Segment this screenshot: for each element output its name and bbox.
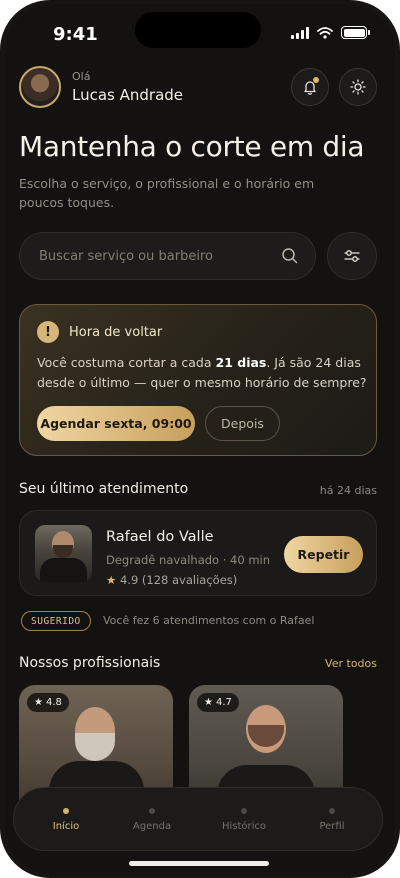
page-subtitle: Escolha o serviço, o profissional e o ho…	[19, 176, 315, 210]
wifi-icon	[317, 26, 333, 39]
tab-historico[interactable]: Histórico	[204, 788, 284, 852]
reminder-card: ! Hora de voltar Você costuma cortar a c…	[19, 304, 377, 456]
battery-icon	[341, 26, 370, 39]
avatar[interactable]	[19, 66, 61, 108]
tab-bar: Início Agenda Histórico Perfil	[13, 787, 383, 851]
service-info: Degradê navalhado · 40 min	[106, 553, 271, 567]
schedule-button[interactable]: Agendar sexta, 09:00	[37, 406, 195, 441]
phone-frame: 9:41 Olá Lucas Andrade Mantenha o corte …	[0, 0, 400, 878]
professionals-title: Nossos profissionais	[19, 655, 161, 671]
rating-badge: ★ 4.7	[197, 693, 239, 712]
search-input[interactable]: Buscar serviço ou barbeiro	[19, 232, 316, 280]
later-button[interactable]: Depois	[205, 406, 280, 441]
tab-indicator	[329, 808, 335, 814]
signal-icon	[291, 26, 309, 39]
last-appointment-ago: há 24 dias	[319, 484, 377, 497]
last-appointment-title: Seu último atendimento	[19, 481, 189, 497]
repeat-button[interactable]: Repetir	[284, 536, 363, 573]
page-title: Mantenha o corte em dia	[19, 130, 365, 163]
barber-photo	[35, 525, 92, 582]
notifications-button[interactable]	[291, 68, 329, 106]
barber-rating: ★ 4.9 (128 avaliações)	[106, 573, 238, 587]
rating-badge: ★ 4.8	[27, 693, 69, 712]
screen: 9:41 Olá Lucas Andrade Mantenha o corte …	[5, 4, 395, 874]
reminder-title: Hora de voltar	[69, 325, 163, 340]
theme-toggle-button[interactable]	[339, 68, 377, 106]
status-time: 9:41	[53, 24, 98, 45]
see-all-link[interactable]: Ver todos	[325, 657, 377, 670]
search-icon	[282, 248, 298, 264]
header: Olá Lucas Andrade	[19, 66, 381, 112]
star-icon: ★	[34, 697, 43, 708]
last-appointment-card[interactable]: Rafael do Valle Degradê navalhado · 40 m…	[19, 510, 377, 596]
dynamic-island	[135, 12, 261, 48]
reminder-text: Você costuma cortar a cada 21 dias. Já s…	[37, 355, 367, 390]
sliders-icon	[344, 250, 360, 262]
alert-icon: !	[37, 321, 59, 343]
tab-agenda[interactable]: Agenda	[112, 788, 192, 852]
tab-indicator	[149, 808, 155, 814]
search-placeholder: Buscar serviço ou barbeiro	[39, 249, 213, 264]
tab-perfil[interactable]: Perfil	[292, 788, 372, 852]
notification-dot	[313, 77, 319, 83]
suggested-tag: SUGERIDO	[21, 611, 91, 631]
tab-inicio[interactable]: Início	[26, 788, 106, 852]
status-icons	[291, 26, 370, 39]
sun-icon	[350, 79, 366, 95]
star-icon: ★	[106, 573, 117, 587]
tab-indicator	[241, 808, 247, 814]
filter-button[interactable]	[327, 232, 377, 280]
star-icon: ★	[204, 697, 213, 708]
suggestion-text: Você fez 6 atendimentos com o Rafael	[103, 614, 315, 627]
tab-indicator	[63, 808, 69, 814]
greeting: Olá	[72, 70, 91, 83]
barber-name: Rafael do Valle	[106, 529, 214, 545]
home-indicator	[129, 861, 269, 866]
user-name: Lucas Andrade	[72, 86, 184, 104]
